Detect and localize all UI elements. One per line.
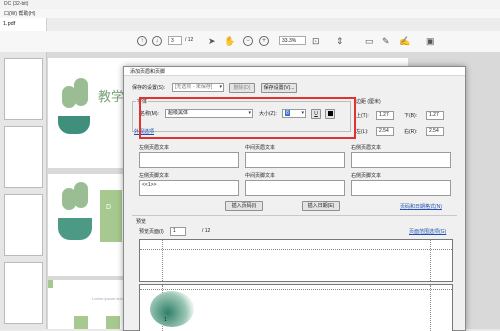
- cactus-illustration: [74, 78, 88, 106]
- preview-header-area: [139, 239, 453, 282]
- dialog-title-bar: 添加页眉和页脚: [124, 67, 465, 76]
- page-range-options-link[interactable]: 页面范围选项(G): [409, 228, 446, 235]
- preview-footer-area: 1: [139, 284, 453, 331]
- margin-right-label: 右(R):: [404, 129, 418, 135]
- margin-left-label: 左(L):: [356, 129, 369, 135]
- save-settings-button[interactable]: 保存设置(V)...: [261, 83, 297, 93]
- zoom-in-icon[interactable]: +: [259, 36, 269, 46]
- cactus-illustration: [74, 182, 88, 208]
- preview-footer-number: 1: [164, 317, 167, 323]
- insert-page-number-button[interactable]: 插入页码(I): [225, 201, 263, 211]
- margin-left-input[interactable]: 2.54: [376, 127, 394, 136]
- page-heading: 教学: [98, 89, 125, 104]
- footer-right-label: 右侧页脚文本: [351, 173, 382, 179]
- sign-icon[interactable]: ✍: [399, 35, 410, 47]
- margin-group-title: 边距 (厘米): [356, 99, 381, 105]
- menu-items[interactable]: 口(W) 帮助(H): [4, 10, 35, 17]
- saved-settings-value: [无选项 - 未保存]: [175, 84, 213, 90]
- document-tab-label: 1.pdf: [3, 21, 16, 27]
- page-thumbnail[interactable]: [4, 262, 43, 324]
- page-thumbnail[interactable]: [4, 58, 43, 120]
- page-heading: D: [106, 204, 112, 211]
- preview-page-label: 预览页面(I): [139, 229, 164, 235]
- header-left-textarea[interactable]: [139, 152, 239, 168]
- comment-icon[interactable]: ▭: [365, 35, 374, 47]
- highlight-annotation: [139, 97, 356, 139]
- thumbnail-panel: [0, 52, 47, 329]
- margin-right-input[interactable]: 2.54: [426, 127, 444, 136]
- preview-page-total: / 12: [202, 228, 211, 234]
- margin-bottom-input[interactable]: 1.27: [426, 111, 444, 120]
- menu-bar: 口(W) 帮助(H): [0, 9, 500, 18]
- saved-settings-label: 保存的设置(S):: [132, 85, 166, 91]
- margin-top-input[interactable]: 1.27: [376, 111, 394, 120]
- footer-right-textarea[interactable]: [351, 180, 451, 196]
- page-number-input[interactable]: 3: [168, 36, 182, 45]
- plant-pot-illustration: [58, 218, 92, 240]
- toolbar: ↑ ↓ 3 / 12 ➤ ✋ − + 33.3% ⊡ ⇕ ▭ ✎ ✍ ▣: [0, 31, 500, 53]
- footer-center-textarea[interactable]: [245, 180, 345, 196]
- plant-pot-illustration: [58, 116, 90, 134]
- save-icon[interactable]: ▣: [426, 35, 435, 47]
- preview-page-input[interactable]: 1: [170, 227, 186, 236]
- page-thumbnail[interactable]: [4, 126, 43, 188]
- margin-guide: [430, 285, 431, 331]
- header-right-label: 右侧页眉文本: [351, 145, 382, 151]
- divider: [132, 215, 457, 216]
- page-total: / 12: [185, 37, 194, 43]
- down-arrow-icon[interactable]: ↓: [152, 36, 162, 46]
- green-block: [74, 316, 88, 329]
- zoom-out-icon[interactable]: −: [243, 36, 253, 46]
- chevron-down-icon: ▾: [219, 84, 222, 90]
- margin-top-label: 上(T):: [356, 113, 369, 119]
- page-thumbnail[interactable]: [4, 194, 43, 256]
- scroll-icon[interactable]: ⇕: [336, 35, 344, 47]
- footer-left-textarea[interactable]: <<1>>: [139, 180, 239, 196]
- preview-title: 预览: [136, 219, 147, 225]
- margin-guide: [140, 249, 452, 250]
- fit-page-icon[interactable]: ⊡: [312, 35, 320, 47]
- insert-date-button[interactable]: 插入日期(E): [302, 201, 340, 211]
- page-number-date-format-link[interactable]: 页码和日期格式(N): [400, 203, 442, 210]
- hand-icon[interactable]: ✋: [224, 35, 235, 47]
- up-arrow-icon[interactable]: ↑: [137, 36, 147, 46]
- preview-pot-image: [150, 291, 194, 327]
- document-tab[interactable]: 1.pdf: [0, 18, 47, 31]
- tab-bar: [0, 18, 500, 32]
- window-title-bar: DC (32-bit): [0, 0, 500, 9]
- green-block: [48, 280, 53, 288]
- footer-center-label: 中间页脚文本: [245, 173, 276, 179]
- saved-settings-select[interactable]: [无选项 - 未保存] ▾: [172, 83, 224, 92]
- pen-icon[interactable]: ✎: [382, 35, 390, 47]
- header-center-label: 中间页眉文本: [245, 145, 276, 151]
- cursor-icon[interactable]: ➤: [208, 35, 216, 47]
- window-title: DC (32-bit): [4, 1, 29, 7]
- header-left-label: 左侧页眉文本: [139, 145, 170, 151]
- margin-guide: [162, 240, 163, 281]
- green-block: [106, 316, 120, 329]
- header-right-textarea[interactable]: [351, 152, 451, 168]
- margin-bottom-label: 下(B):: [404, 113, 418, 119]
- zoom-level-input[interactable]: 33.3%: [279, 36, 306, 45]
- green-block: [100, 190, 122, 242]
- header-center-textarea[interactable]: [245, 152, 345, 168]
- margin-guide: [430, 240, 431, 281]
- delete-button[interactable]: 删除(D): [229, 83, 255, 93]
- margin-guide: [140, 289, 452, 290]
- dialog-title: 添加页眉和页脚: [130, 69, 166, 75]
- footer-left-label: 左侧页脚文本: [139, 173, 170, 179]
